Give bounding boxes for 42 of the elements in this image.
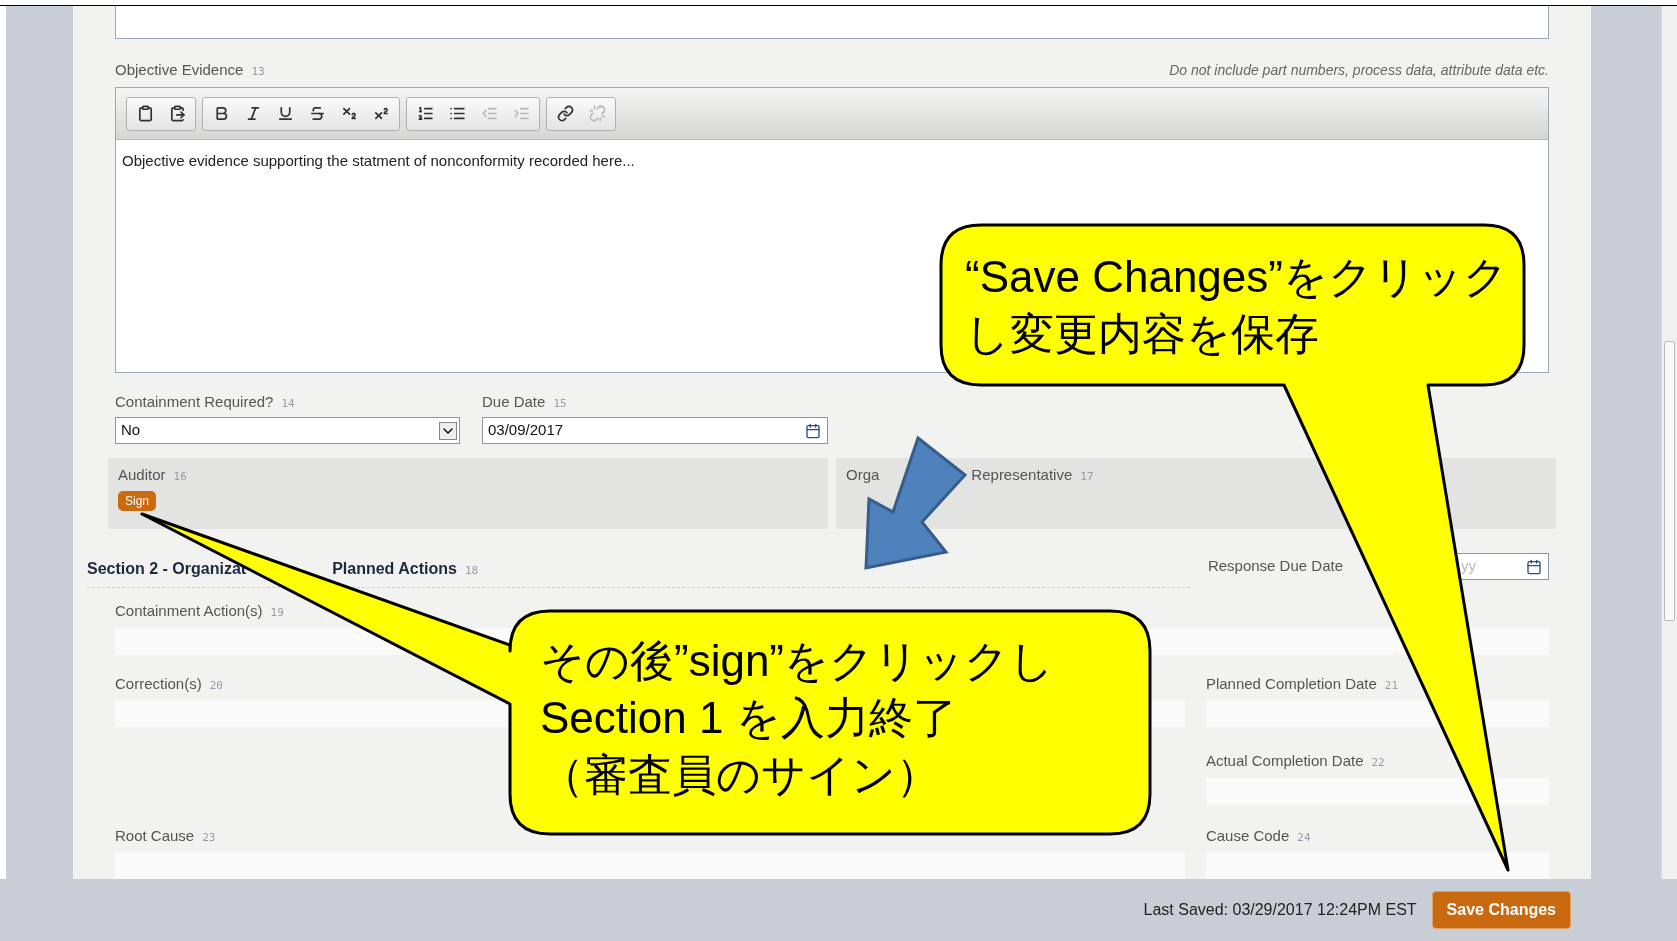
editor-text: Objective evidence supporting the statment of nonconformity recorded here... [121,151,636,172]
field-label: Objective Evidence [115,59,244,80]
input-field[interactable] [1205,777,1549,805]
field-number: 16 [173,469,187,485]
field-number: 23 [202,829,216,846]
field-label: Containment Required? [115,391,274,412]
field-label: Actual Completion Date [1205,751,1364,771]
section-heading: Planned Actions [332,559,457,579]
field-label: Cause Code [1205,825,1290,846]
callout-text: その後”sign”をクリックし Section 1 を入力終了 （審査員のサイン） [540,635,1055,801]
save-changes-button[interactable]: Save Changes [1431,891,1571,929]
section-heading: Section 2 - Organizat [87,559,247,579]
field-number: 14 [281,395,295,412]
field-label: Containment Action(s) [115,601,263,621]
input-field[interactable] [1205,852,1549,879]
field-number: 18 [464,563,479,579]
panel-label: Auditor [118,465,166,485]
date-field[interactable]: 03/09/2017 [482,417,828,444]
field-number: 13 [251,63,265,80]
hint-text: Do not include part numbers, process data, attribute data etc. [1169,61,1549,81]
field-number: 17 [1080,469,1094,485]
field-number: 24 [1297,829,1311,846]
sign-button[interactable]: Sign [118,490,157,511]
panel-label: Orga [846,465,880,485]
field-label: Response Due Date [1207,556,1343,577]
last-saved-text: Last Saved: 03/29/2017 12:24PM EST [1143,900,1417,920]
field-label: Planned Completion Date [1205,673,1377,694]
field-number: 15 [553,395,567,412]
input-field[interactable] [115,852,1185,879]
field-number: 19 [270,605,284,621]
panel-label: Representative [971,465,1073,485]
field-label: Root Cause [115,825,195,846]
field-number: 21 [1384,677,1399,694]
field-number: 20 [209,677,223,694]
calendar-icon[interactable] [805,422,821,439]
field-label: Correction(s) [115,673,202,694]
callout-text: “Save Changes”をクリック し変更内容を保存 [965,251,1508,360]
field-number: 22 [1371,755,1385,771]
scrollbar[interactable] [1661,6,1677,879]
field-label: Due Date [482,391,546,412]
select-field[interactable]: No [115,417,460,444]
calendar-icon[interactable] [1526,558,1542,575]
